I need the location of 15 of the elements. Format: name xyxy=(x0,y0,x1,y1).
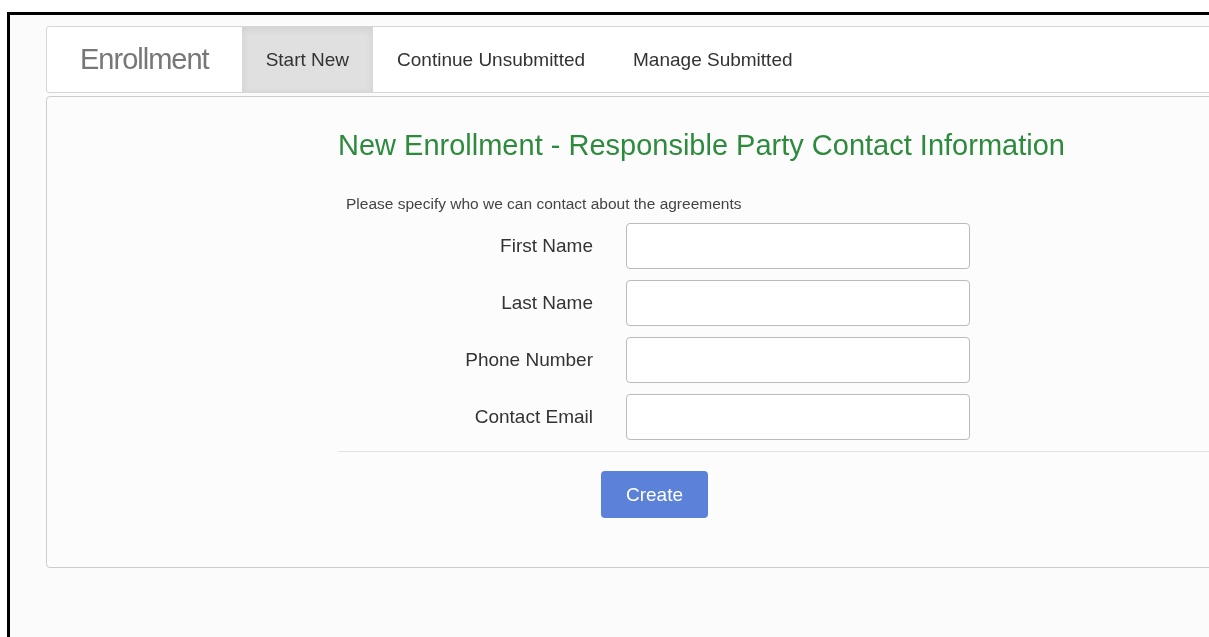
brand-link[interactable]: Enrollment xyxy=(47,27,242,92)
nav-tab[interactable]: Start New xyxy=(241,27,374,92)
nav-tab[interactable]: Manage Submitted xyxy=(609,27,817,92)
field-label: First Name xyxy=(499,235,593,257)
input-field[interactable] xyxy=(626,223,970,269)
nav-tab[interactable]: Continue Unsubmitted xyxy=(373,27,610,92)
form-description: Please specify who we can contact about the agreements xyxy=(346,195,743,213)
create-button[interactable]: Create xyxy=(601,471,708,518)
field-label: Contact Email xyxy=(473,406,593,428)
form-heading: New Enrollment - Responsible Party Contact Information xyxy=(338,128,1066,163)
input-field[interactable] xyxy=(626,337,970,383)
field-label: Last Name xyxy=(500,292,593,314)
field-label: Phone Number xyxy=(464,349,593,371)
input-field[interactable] xyxy=(626,394,970,440)
input-field[interactable] xyxy=(626,280,970,326)
